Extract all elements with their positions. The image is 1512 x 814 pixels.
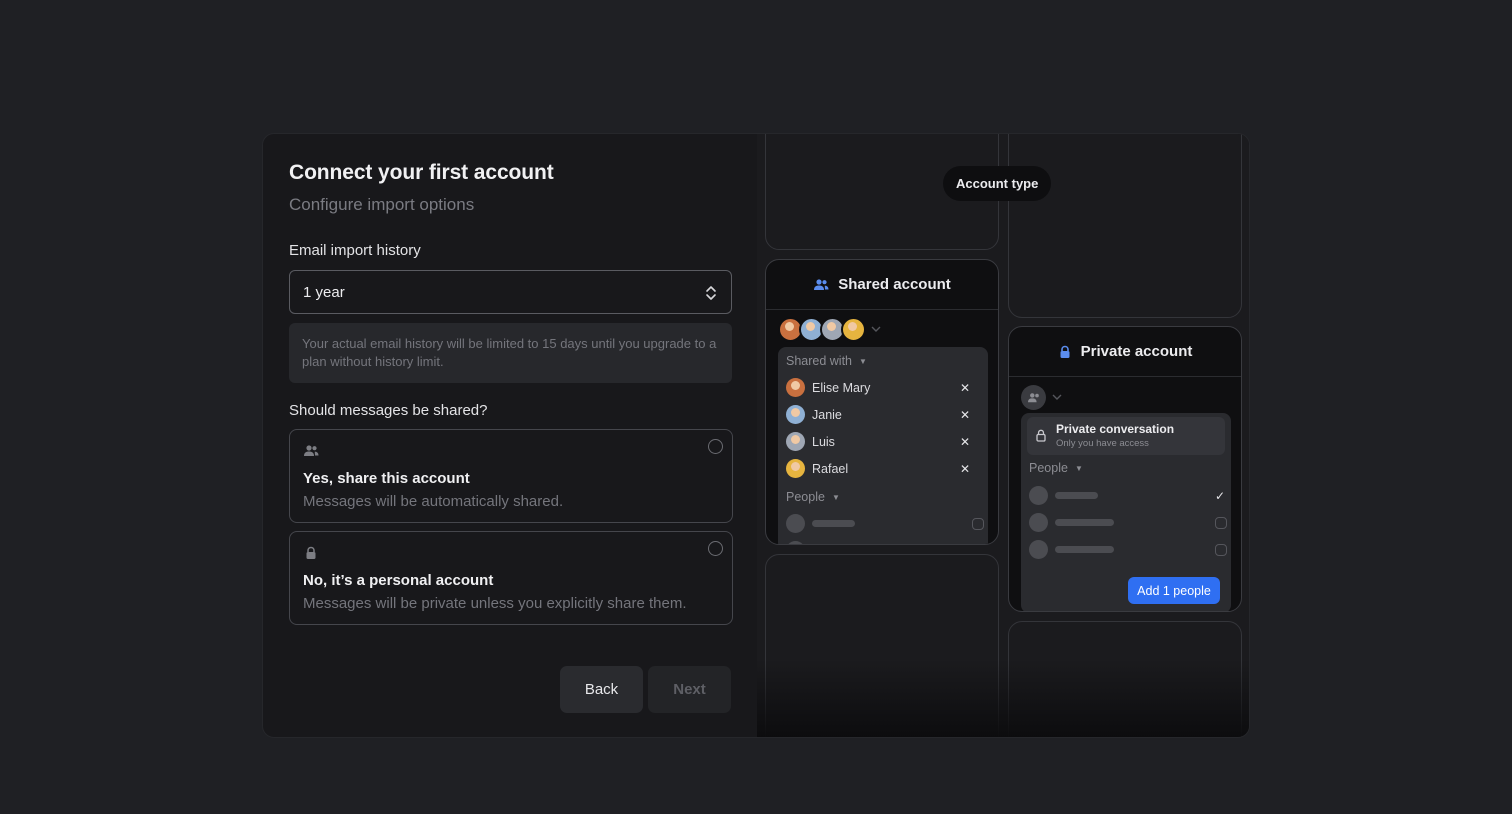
avatar-placeholder xyxy=(1029,486,1048,505)
remove-icon[interactable]: ✕ xyxy=(960,408,970,422)
member-name: Luis xyxy=(812,434,835,449)
share-option-description: Messages will be automatically shared. xyxy=(303,493,564,510)
list-item[interactable] xyxy=(1029,513,1227,532)
checkbox[interactable] xyxy=(1215,517,1227,529)
name-placeholder xyxy=(1055,546,1114,553)
share-option-radio[interactable] xyxy=(708,439,723,454)
avatar-placeholder xyxy=(786,541,805,544)
history-limit-note: Your actual email history will be limite… xyxy=(289,323,732,383)
add-people-button[interactable]: Add 1 people xyxy=(1128,577,1220,604)
page-title: Connect your first account xyxy=(289,161,554,184)
personal-account-option[interactable]: No, it’s a personal account Messages wil… xyxy=(289,531,733,625)
connect-account-modal: Connect your first account Configure imp… xyxy=(262,133,1250,738)
caret-down-icon: ▼ xyxy=(831,492,840,502)
list-item[interactable] xyxy=(786,514,984,533)
member-name: Elise Mary xyxy=(812,380,871,395)
back-button[interactable]: Back xyxy=(560,666,643,713)
people-header[interactable]: People ▼ xyxy=(1029,461,1083,475)
avatar xyxy=(786,378,805,397)
shared-with-dropdown: Shared with ▼ Elise Mary ✕ Janie ✕ Luis … xyxy=(778,347,988,544)
private-conversation-title: Private conversation xyxy=(1056,422,1175,436)
private-conversation-subtitle: Only you have access xyxy=(1056,438,1149,449)
list-item[interactable]: Luis ✕ xyxy=(786,432,980,451)
list-item[interactable] xyxy=(786,541,980,544)
remove-icon[interactable]: ✕ xyxy=(960,462,970,476)
private-card-header: Private account xyxy=(1009,327,1241,377)
caret-down-icon: ▼ xyxy=(1074,463,1083,473)
config-panel: Connect your first account Configure imp… xyxy=(263,134,757,737)
avatar xyxy=(786,459,805,478)
list-item[interactable]: ✓ xyxy=(1029,486,1225,505)
preview-ghost-card xyxy=(1008,621,1242,737)
avatar xyxy=(786,405,805,424)
next-button[interactable]: Next xyxy=(648,666,731,713)
share-option-title: Yes, share this account xyxy=(303,470,470,487)
name-placeholder xyxy=(1055,492,1098,499)
chevron-updown-icon xyxy=(706,286,716,300)
private-conversation-item[interactable]: Private conversation Only you have acces… xyxy=(1027,417,1225,455)
avatar xyxy=(841,317,866,342)
shared-account-card: Shared account Shared with ▼ Elise Mary … xyxy=(765,259,999,545)
people-icon xyxy=(814,278,829,290)
preview-ghost-card xyxy=(1008,134,1242,318)
share-account-option[interactable]: Yes, share this account Messages will be… xyxy=(289,429,733,523)
check-icon[interactable]: ✓ xyxy=(1215,489,1225,503)
list-item[interactable]: Rafael ✕ xyxy=(786,459,980,478)
private-card-title: Private account xyxy=(1080,343,1193,360)
personal-option-description: Messages will be private unless you expl… xyxy=(303,595,687,612)
remove-icon[interactable]: ✕ xyxy=(960,381,970,395)
private-account-card: Private account Private conversation Onl… xyxy=(1008,326,1242,612)
chevron-down-icon xyxy=(871,326,881,332)
shared-card-header: Shared account xyxy=(766,260,998,310)
email-history-value: 1 year xyxy=(303,283,345,301)
page-subtitle: Configure import options xyxy=(289,195,475,214)
shared-with-header[interactable]: Shared with ▼ xyxy=(786,354,867,368)
people-label: People xyxy=(786,490,825,504)
remove-icon[interactable]: ✕ xyxy=(960,435,970,449)
account-type-preview: Account type Shared account Shared with … xyxy=(757,134,1249,737)
lock-icon xyxy=(1036,429,1046,442)
shared-with-label: Shared with xyxy=(786,354,853,368)
people-icon xyxy=(1021,385,1046,410)
personal-option-title: No, it’s a personal account xyxy=(303,572,494,589)
people-icon xyxy=(304,445,319,456)
checkbox[interactable] xyxy=(1215,544,1227,556)
list-item[interactable]: Janie ✕ xyxy=(786,405,980,424)
preview-ghost-card xyxy=(765,554,999,737)
member-name: Rafael xyxy=(812,461,849,476)
avatar-stack xyxy=(778,317,898,343)
avatar-placeholder xyxy=(1029,513,1048,532)
name-placeholder xyxy=(1055,519,1114,526)
lock-icon xyxy=(1060,345,1070,358)
lock-icon xyxy=(306,546,316,559)
email-history-label: Email import history xyxy=(289,242,421,259)
sharing-label: Should messages be shared? xyxy=(289,402,488,419)
list-item[interactable]: Elise Mary ✕ xyxy=(786,378,980,397)
people-header[interactable]: People ▼ xyxy=(786,490,840,504)
people-label: People xyxy=(1029,461,1068,475)
shared-card-title: Shared account xyxy=(838,276,951,293)
personal-option-radio[interactable] xyxy=(708,541,723,556)
owner-avatar xyxy=(1021,385,1081,410)
member-name: Janie xyxy=(812,407,842,422)
caret-down-icon: ▼ xyxy=(859,356,867,366)
list-item[interactable] xyxy=(1029,540,1227,559)
chevron-down-icon xyxy=(1052,394,1062,400)
avatar-placeholder xyxy=(786,514,805,533)
email-history-select[interactable]: 1 year xyxy=(289,270,732,314)
private-dropdown: Private conversation Only you have acces… xyxy=(1021,413,1231,611)
account-type-pill: Account type xyxy=(943,166,1052,201)
avatar xyxy=(786,432,805,451)
checkbox[interactable] xyxy=(972,518,984,530)
name-placeholder xyxy=(812,520,855,527)
avatar-placeholder xyxy=(1029,540,1048,559)
